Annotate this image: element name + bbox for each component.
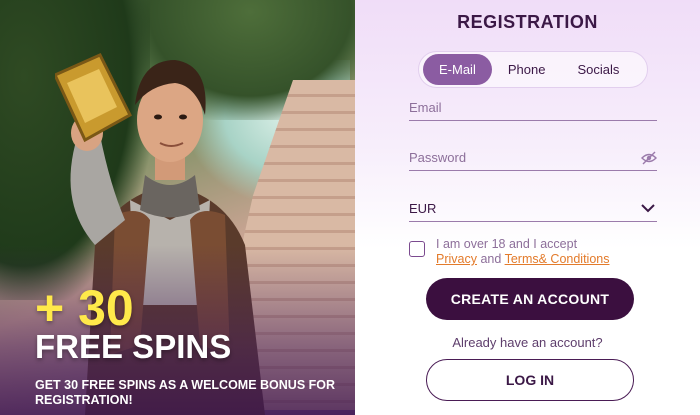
password-label: Password <box>409 150 467 165</box>
consent-text: I am over 18 and I accept Privacy and Te… <box>436 237 609 267</box>
tab-phone[interactable]: Phone <box>492 54 562 85</box>
form-title: REGISTRATION <box>457 12 598 32</box>
email-label: Email <box>409 100 442 115</box>
promo-bonus-text: GET 30 FREE SPINS AS A WELCOME BONUS FOR… <box>35 378 336 407</box>
registration-form: REGISTRATION E-Mail Phone Socials Email … <box>355 0 700 415</box>
consent-checkbox[interactable] <box>409 241 425 257</box>
consent-statement: I am over 18 and I accept <box>436 237 578 251</box>
promo-amount: + 30 <box>35 280 134 336</box>
tab-email[interactable]: E-Mail <box>423 54 492 85</box>
terms-link[interactable]: Terms& Conditions <box>505 252 610 266</box>
currency-select[interactable]: EUR <box>409 199 657 222</box>
age-consent: I am over 18 and I accept Privacy and Te… <box>409 237 659 267</box>
login-button[interactable]: LOG IN <box>426 359 634 401</box>
already-account-text: Already have an account? <box>452 335 603 350</box>
registration-method-tabs: E-Mail Phone Socials <box>418 51 648 88</box>
currency-value: EUR <box>409 201 437 216</box>
password-field[interactable]: Password <box>409 148 657 171</box>
eye-off-icon[interactable] <box>641 151 657 165</box>
tab-socials[interactable]: Socials <box>561 54 635 85</box>
privacy-link[interactable]: Privacy <box>436 252 477 266</box>
registration-page: + 30 FREE SPINS GET 30 FREE SPINS AS A W… <box>0 0 700 415</box>
create-account-button[interactable]: CREATE AN ACCOUNT <box>426 278 634 320</box>
promo-free-spins: FREE SPINS <box>35 328 232 365</box>
chevron-down-icon <box>641 204 655 213</box>
promo-banner: + 30 FREE SPINS GET 30 FREE SPINS AS A W… <box>0 0 355 415</box>
email-field[interactable]: Email <box>409 98 657 121</box>
and-text: and <box>480 252 502 266</box>
